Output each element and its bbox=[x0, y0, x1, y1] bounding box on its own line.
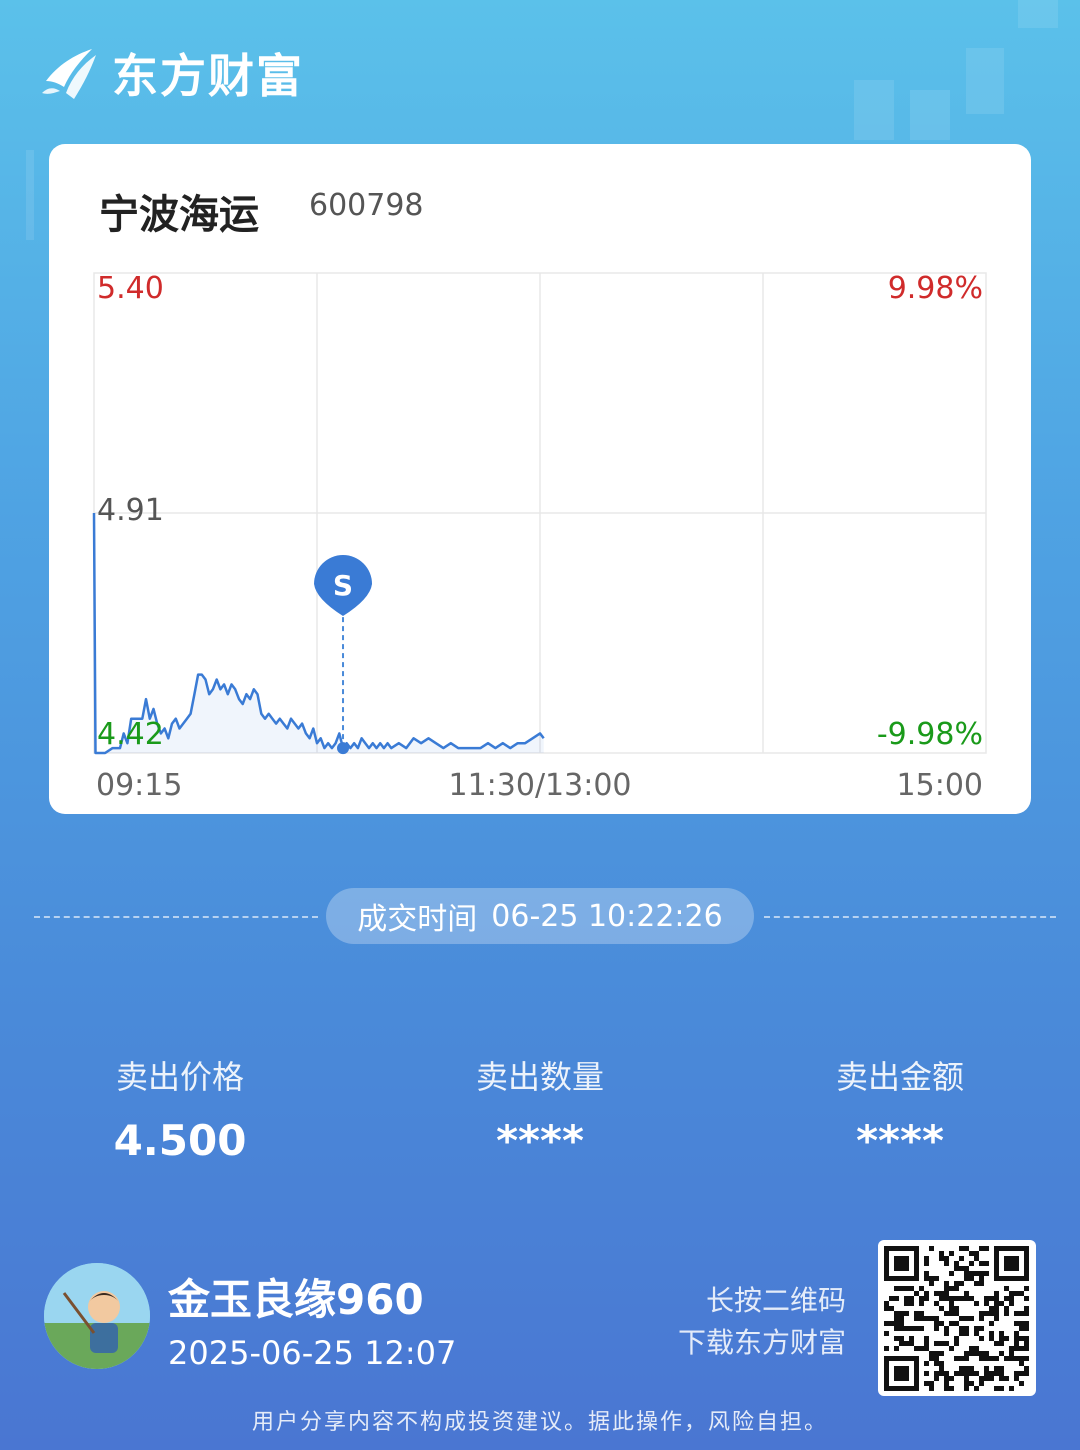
brand-logo-icon bbox=[42, 49, 96, 99]
x-label-mid: 11:30/13:00 bbox=[448, 768, 631, 803]
decorative-candle bbox=[910, 90, 950, 140]
sell-marker-label: S bbox=[333, 569, 353, 602]
y-label-mid: 4.91 bbox=[97, 493, 164, 528]
pct-label-top: 9.98% bbox=[888, 271, 983, 306]
decorative-candle bbox=[26, 150, 34, 240]
qr-hint-line1: 长按二维码 bbox=[705, 1284, 846, 1317]
pct-label-bottom: -9.98% bbox=[877, 717, 983, 752]
divider-left bbox=[34, 916, 318, 918]
trade-time-label: 成交时间 bbox=[357, 902, 478, 937]
marker-point bbox=[337, 742, 350, 755]
y-label-bottom: 4.42 bbox=[97, 717, 164, 752]
stat-value: **** bbox=[496, 1116, 584, 1165]
qr-hint-line2: 下载东方财富 bbox=[677, 1326, 846, 1359]
decorative-candle bbox=[854, 80, 894, 140]
qr-code-icon bbox=[884, 1246, 1029, 1391]
x-label-start: 09:15 bbox=[96, 768, 182, 803]
decorative-candle bbox=[966, 48, 1004, 114]
avatar-image bbox=[44, 1263, 150, 1369]
divider-right bbox=[764, 916, 1056, 918]
stat-label: 卖出数量 bbox=[475, 1058, 604, 1096]
stat-label: 卖出金额 bbox=[835, 1058, 964, 1096]
post-time: 2025-06-25 12:07 bbox=[168, 1334, 457, 1372]
trade-time-value: 06-25 10:22:26 bbox=[491, 898, 723, 934]
brand-logo: 东方财富 bbox=[40, 40, 304, 106]
stat-value: 4.500 bbox=[113, 1116, 247, 1165]
user-avatar[interactable] bbox=[44, 1263, 150, 1369]
stat-value: **** bbox=[856, 1116, 944, 1165]
x-label-end: 15:00 bbox=[897, 768, 983, 803]
download-qr-code[interactable] bbox=[878, 1240, 1036, 1396]
user-name: 金玉良缘960 bbox=[168, 1275, 424, 1324]
y-label-top: 5.40 bbox=[97, 271, 164, 306]
trade-time-pill: 成交时间 06-25 10:22:26 bbox=[326, 888, 754, 944]
stat-sell-quantity: 卖出数量 **** bbox=[430, 1052, 650, 1165]
stock-chart-card: 宁波海运 600798 S 5.40 4.91 4.42 9.98% -9.98% 09:1… bbox=[49, 144, 1031, 814]
disclaimer: 用户分享内容不构成投资建议。据此操作，风险自担。 bbox=[251, 1410, 828, 1435]
qr-hint: 长按二维码 下载东方财富 bbox=[660, 1280, 846, 1364]
brand-name: 东方财富 bbox=[112, 50, 304, 102]
decorative-candle bbox=[1018, 0, 1058, 28]
trade-time-bar: 成交时间 06-25 10:22:26 bbox=[0, 886, 1080, 946]
intraday-chart: S 5.40 4.91 4.42 9.98% -9.98% 09:15 11:30/13:00… bbox=[92, 271, 987, 803]
stat-sell-amount: 卖出金额 **** bbox=[790, 1052, 1010, 1165]
stat-sell-price: 卖出价格 4.500 bbox=[70, 1052, 290, 1165]
stat-label: 卖出价格 bbox=[115, 1058, 244, 1096]
